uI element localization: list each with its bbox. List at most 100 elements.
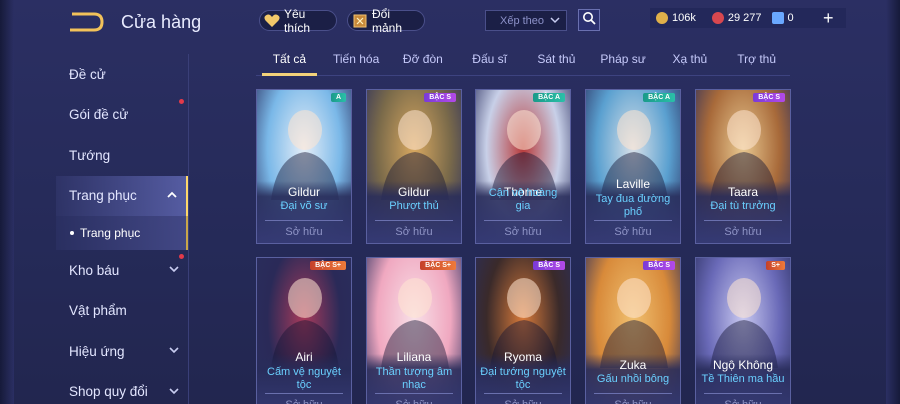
screen-edge-left — [0, 0, 14, 404]
tab[interactable]: Xạ thủ — [657, 52, 724, 75]
top-up-button[interactable]: + — [823, 8, 834, 29]
back-icon[interactable] — [68, 10, 106, 34]
sidebar: Đề cử Gói đề cử Tướng Trang phục Trang phục K… — [56, 54, 188, 404]
search-icon — [582, 11, 596, 30]
skin-card[interactable]: A Gildur Đại võ sư Sở hữu — [256, 89, 352, 244]
owned-label: Sở hữu — [724, 226, 762, 238]
skin-card[interactable]: BẬC S Taara Đại tù trưởng Sở hữu — [695, 89, 791, 244]
skin-card[interactable]: BẬC A Thorne Cận vệ hoàng gia Sở hữu — [475, 89, 571, 244]
gold-coin-icon — [656, 12, 668, 24]
skin-name: Tay đua đường phố — [595, 193, 671, 218]
owned-label: Sở hữu — [504, 226, 542, 238]
sidebar-item-label: Gói đề cử — [69, 107, 129, 123]
skin-name: Phượt thủ — [389, 200, 439, 212]
sort-dropdown[interactable]: Xếp theo — [485, 10, 567, 31]
sidebar-item-label: Đề cử — [69, 66, 106, 82]
tier-badge: BẬC A — [643, 93, 675, 102]
owned-label: Sở hữu — [696, 399, 790, 404]
card-divider — [594, 393, 672, 394]
chevron-up-icon — [166, 189, 178, 201]
card-divider — [484, 220, 562, 221]
skin-card[interactable]: BẬC S+ Liliana Thần tượng âm nhạc Sở hữu — [366, 257, 462, 404]
card-divider — [704, 220, 782, 221]
card-divider — [265, 220, 343, 221]
notification-dot — [179, 254, 184, 259]
tier-badge: BẬC S — [753, 93, 785, 102]
voucher-amount: 0 — [787, 12, 794, 24]
card-divider — [375, 220, 453, 221]
search-button[interactable] — [578, 9, 600, 31]
skin-card[interactable]: BẬC S Gildur Phượt thủ Sở hữu — [366, 89, 462, 244]
tier-badge: S+ — [766, 261, 785, 270]
favorite-button[interactable]: Yêu thích — [259, 7, 337, 35]
sidebar-item[interactable]: Tướng — [56, 135, 188, 176]
skin-card[interactable]: BẬC S Ryoma Đại tướng nguyệt tộc Sở hữu — [475, 257, 571, 404]
heart-icon — [264, 14, 280, 28]
gold-currency: 106k — [656, 12, 696, 24]
skin-card[interactable]: BẬC S ZukaGấu nhồi bông Sở hữu — [585, 257, 681, 404]
shard-icon — [352, 14, 368, 28]
owned-label: Sở hữu — [476, 399, 570, 404]
card-divider — [484, 393, 562, 394]
sidebar-item[interactable]: Trang phục — [56, 175, 188, 216]
ruby-icon — [711, 12, 724, 24]
skin-name: Thần tượng âm nhạc — [375, 366, 453, 391]
skin-card[interactable]: S+ Ngộ KhôngTề Thiên ma hầu Sở hữu — [695, 257, 791, 404]
tier-badge: BẬC S — [424, 93, 456, 102]
sidebar-item-label: Shop quy đổi — [69, 384, 148, 400]
chevron-down-icon — [168, 344, 180, 356]
owned-label: Sở hữu — [257, 399, 351, 404]
favorite-label: Yêu thích — [284, 6, 311, 35]
ruby-currency: 29 277 — [711, 12, 762, 24]
sort-label: Xếp theo — [500, 14, 545, 27]
hero-name: Zuka — [619, 358, 647, 372]
screen-edge-right — [886, 0, 900, 404]
skin-name: Đại tướng nguyệt tộc — [480, 366, 566, 391]
sidebar-item[interactable]: Vật phẩm — [56, 291, 188, 332]
owned-label: Sở hữu — [367, 399, 461, 404]
owned-label: Sở hữu — [586, 399, 680, 404]
bullet-icon — [70, 231, 74, 235]
tab[interactable]: Đỡ đòn — [390, 52, 457, 75]
skin-card[interactable]: BẬC S+ Airi Cấm vệ nguyệt tộc Sở hữu — [256, 257, 352, 404]
sidebar-item-label: Hiệu ứng — [69, 343, 125, 359]
owned-label: Sở hữu — [285, 226, 323, 238]
card-divider — [704, 393, 782, 394]
hero-name: Gildur — [287, 185, 320, 199]
card-divider — [375, 393, 453, 394]
voucher-currency: 0 — [771, 12, 794, 24]
sidebar-item-label: Kho báu — [69, 262, 120, 278]
sidebar-subitem-label: Trang phục — [80, 226, 141, 240]
sidebar-item[interactable]: Gói đề cử — [56, 95, 188, 136]
chevron-down-icon — [168, 263, 180, 275]
hero-name: Ryoma — [503, 350, 542, 364]
tier-badge: BẬC S+ — [420, 261, 456, 270]
tab[interactable]: Sát thủ — [523, 52, 590, 75]
sidebar-item[interactable]: Hiệu ứng — [56, 331, 188, 372]
tab[interactable]: Pháp sư — [590, 52, 657, 75]
tier-badge: BẬC S — [643, 261, 675, 270]
notification-dot — [179, 98, 184, 104]
tab[interactable]: Tất cả — [256, 52, 323, 76]
card-divider — [265, 393, 343, 394]
top-bar: Cửa hàng Yêu thích Đổi mảnh Xếp theo 106… — [0, 0, 900, 42]
sidebar-item[interactable]: Shop quy đổi — [56, 372, 188, 404]
skin-card[interactable]: BẬC A Laville Tay đua đường phố Sở hữu — [585, 89, 681, 244]
skin-name: Tề Thiên ma hầu — [701, 373, 785, 385]
hero-name: Taara — [727, 185, 759, 199]
skin-name: Đại tù trưởng — [710, 200, 776, 212]
category-tabs: Tất cả Tiến hóa Đỡ đòn Đấu sĩ Sát thủ Pháp sư… — [256, 52, 790, 76]
skin-name: Cấm vệ nguyệt tộc — [267, 366, 341, 391]
sidebar-item[interactable]: Kho báu — [56, 250, 188, 291]
sidebar-item-label: Tướng — [69, 147, 111, 163]
hero-name: Airi — [295, 350, 313, 364]
tab[interactable]: Tiến hóa — [323, 52, 390, 75]
tab[interactable]: Trợ thủ — [723, 52, 790, 75]
exchange-shards-button[interactable]: Đổi mảnh — [347, 7, 425, 35]
hero-name: Laville — [615, 177, 651, 191]
sidebar-subitem[interactable]: Trang phục — [56, 216, 188, 250]
sidebar-item[interactable]: Đề cử — [56, 54, 188, 95]
owned-label: Sở hữu — [395, 226, 433, 238]
tab[interactable]: Đấu sĩ — [456, 52, 523, 75]
chevron-down-icon — [168, 385, 180, 397]
